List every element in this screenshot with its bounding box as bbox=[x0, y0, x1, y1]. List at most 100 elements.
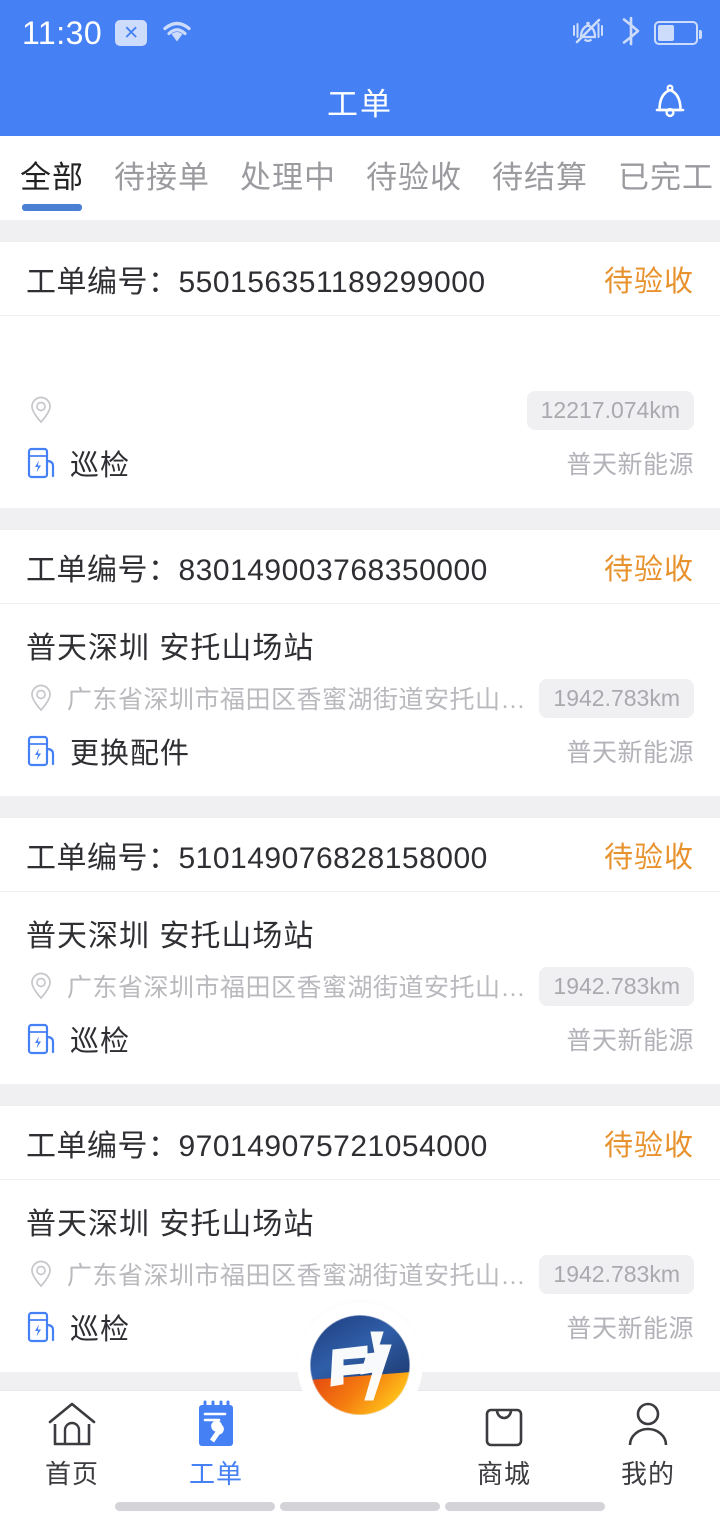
order-header: 工单编号：510149076828158000 待验收 bbox=[0, 818, 720, 892]
silent-mode-icon bbox=[568, 17, 608, 50]
work-type: 巡检 bbox=[70, 1314, 131, 1346]
station-address: 广东省深圳市福田区香蜜湖街道安托山大… bbox=[67, 1262, 529, 1290]
tabbar-item-mall[interactable]: 商城 bbox=[432, 1391, 576, 1496]
work-type: 巡检 bbox=[70, 1026, 131, 1058]
status-bar: 11:30 ✕ bbox=[0, 0, 720, 66]
work-type-row: 更换配件 普天新能源 bbox=[26, 724, 694, 778]
tabbar-label: 我的 bbox=[620, 1459, 675, 1489]
company-name: 普天新能源 bbox=[566, 1027, 694, 1055]
order-header: 工单编号：970149075721054000 待验收 bbox=[0, 1106, 720, 1180]
order-body: 普天深圳 安托山场站 广东省深圳市福田区香蜜湖街道安托山大… 1942.783k… bbox=[0, 892, 720, 1084]
tab-all[interactable]: 全部 bbox=[20, 152, 84, 211]
location-pin-icon bbox=[26, 395, 56, 425]
list-gap bbox=[0, 220, 720, 242]
tab-pending-settlement[interactable]: 待结算 bbox=[492, 152, 588, 211]
address-row: 12217.074km bbox=[26, 384, 694, 436]
order-number: 工单编号：830149003768350000 bbox=[26, 553, 488, 587]
tabbar-label: 首页 bbox=[44, 1459, 99, 1489]
station-name: 普天深圳 安托山场站 bbox=[26, 920, 315, 953]
company-name: 普天新能源 bbox=[566, 451, 694, 479]
work-type: 更换配件 bbox=[70, 738, 191, 770]
bluetooth-icon bbox=[620, 16, 642, 51]
tab-label: 待结算 bbox=[492, 160, 588, 195]
order-body: 12217.074km 巡检 普天新能源 bbox=[0, 316, 720, 508]
gesture-pill-recents[interactable] bbox=[445, 1502, 605, 1511]
shopping-bag-icon bbox=[479, 1396, 529, 1448]
wifi-icon bbox=[160, 18, 194, 49]
list-gap bbox=[0, 796, 720, 818]
clipboard-wrench-icon bbox=[193, 1396, 239, 1448]
status-filter-tabs: 全部 待接单 处理中 待验收 待结算 已完工 bbox=[0, 136, 720, 220]
table-row[interactable]: 工单编号：510149076828158000 待验收 普天深圳 安托山场站 广… bbox=[0, 818, 720, 1084]
status-time: 11:30 bbox=[22, 14, 103, 51]
address-row: 广东省深圳市福田区香蜜湖街道安托山大… 1942.783km bbox=[26, 672, 694, 724]
order-number: 工单编号：970149075721054000 bbox=[26, 1129, 488, 1163]
tabbar-label: 工单 bbox=[188, 1459, 243, 1489]
tab-completed[interactable]: 已完工 bbox=[618, 152, 714, 211]
table-row[interactable]: 工单编号：550156351189299000 待验收 12217.074km bbox=[0, 242, 720, 508]
person-icon bbox=[624, 1396, 672, 1448]
app-bar: 工单 bbox=[0, 66, 720, 136]
work-type: 巡检 bbox=[70, 450, 131, 482]
brand-logo-icon bbox=[309, 1314, 411, 1416]
location-pin-icon bbox=[26, 971, 56, 1001]
address-row: 广东省深圳市福田区香蜜湖街道安托山大… 1942.783km bbox=[26, 960, 694, 1012]
tabbar-item-work-orders[interactable]: 工单 bbox=[144, 1391, 288, 1496]
page-title: 工单 bbox=[327, 86, 393, 122]
status-bar-right bbox=[568, 16, 702, 51]
tab-label: 待验收 bbox=[366, 160, 462, 195]
company-name: 普天新能源 bbox=[566, 1315, 694, 1343]
home-icon bbox=[46, 1396, 98, 1448]
station-address: 广东省深圳市福田区香蜜湖街道安托山大… bbox=[67, 686, 529, 714]
distance-badge: 12217.074km bbox=[526, 390, 694, 430]
order-header: 工单编号：550156351189299000 待验收 bbox=[0, 242, 720, 316]
charging-station-icon bbox=[26, 733, 58, 769]
tabbar-item-home[interactable]: 首页 bbox=[0, 1391, 144, 1496]
distance-badge: 1942.783km bbox=[539, 1254, 694, 1294]
tab-pending-accept[interactable]: 待接单 bbox=[114, 152, 210, 211]
location-pin-icon bbox=[26, 1259, 56, 1289]
list-gap bbox=[0, 508, 720, 530]
status-badge: 待验收 bbox=[603, 841, 694, 874]
station-name: 普天深圳 安托山场站 bbox=[26, 1208, 315, 1241]
battery-icon bbox=[654, 21, 702, 45]
location-pin-icon bbox=[26, 683, 56, 713]
tab-label: 处理中 bbox=[240, 160, 336, 195]
tabbar-item-profile[interactable]: 我的 bbox=[576, 1391, 720, 1496]
brand-logo-button[interactable] bbox=[301, 1306, 419, 1424]
status-badge: 待验收 bbox=[603, 265, 694, 298]
station-name bbox=[26, 338, 694, 384]
gesture-navigation-bar bbox=[0, 1496, 720, 1520]
work-type-row: 巡检 普天新能源 bbox=[26, 436, 694, 490]
order-header: 工单编号：830149003768350000 待验收 bbox=[0, 530, 720, 604]
work-type-row: 巡检 普天新能源 bbox=[26, 1012, 694, 1066]
charging-station-icon bbox=[26, 1309, 58, 1345]
gesture-pill-home[interactable] bbox=[280, 1502, 440, 1511]
station-name: 普天深圳 安托山场站 bbox=[26, 632, 315, 665]
list-gap bbox=[0, 1084, 720, 1106]
status-badge: 待验收 bbox=[603, 1129, 694, 1162]
distance-badge: 1942.783km bbox=[539, 966, 694, 1006]
table-row[interactable]: 工单编号：830149003768350000 待验收 普天深圳 安托山场站 广… bbox=[0, 530, 720, 796]
status-bar-left: 11:30 ✕ bbox=[22, 15, 194, 52]
bell-icon[interactable] bbox=[646, 77, 694, 125]
address-row: 广东省深圳市福田区香蜜湖街道安托山大… 1942.783km bbox=[26, 1248, 694, 1300]
tab-processing[interactable]: 处理中 bbox=[240, 152, 336, 211]
charging-station-icon bbox=[26, 445, 58, 481]
phone-screen: 11:30 ✕ 工单 全部 待接单 处理中 待验收 待结算 已完工 工单编号：5… bbox=[0, 0, 720, 1520]
company-name: 普天新能源 bbox=[566, 739, 694, 767]
order-body: 普天深圳 安托山场站 广东省深圳市福田区香蜜湖街道安托山大… 1942.783k… bbox=[0, 604, 720, 796]
no-sim-icon: ✕ bbox=[115, 20, 148, 46]
order-number: 工单编号：550156351189299000 bbox=[26, 265, 486, 299]
tabbar-label: 商城 bbox=[476, 1459, 531, 1489]
station-address: 广东省深圳市福田区香蜜湖街道安托山大… bbox=[67, 974, 529, 1002]
tab-label: 已完工 bbox=[618, 160, 714, 195]
order-number: 工单编号：510149076828158000 bbox=[26, 841, 488, 875]
tab-pending-acceptance[interactable]: 待验收 bbox=[366, 152, 462, 211]
distance-badge: 1942.783km bbox=[539, 678, 694, 718]
status-badge: 待验收 bbox=[603, 553, 694, 586]
tab-label: 待接单 bbox=[114, 160, 210, 195]
tab-label: 全部 bbox=[20, 160, 84, 195]
gesture-pill-back[interactable] bbox=[115, 1502, 275, 1511]
work-order-list: 工单编号：550156351189299000 待验收 12217.074km bbox=[0, 220, 720, 1372]
